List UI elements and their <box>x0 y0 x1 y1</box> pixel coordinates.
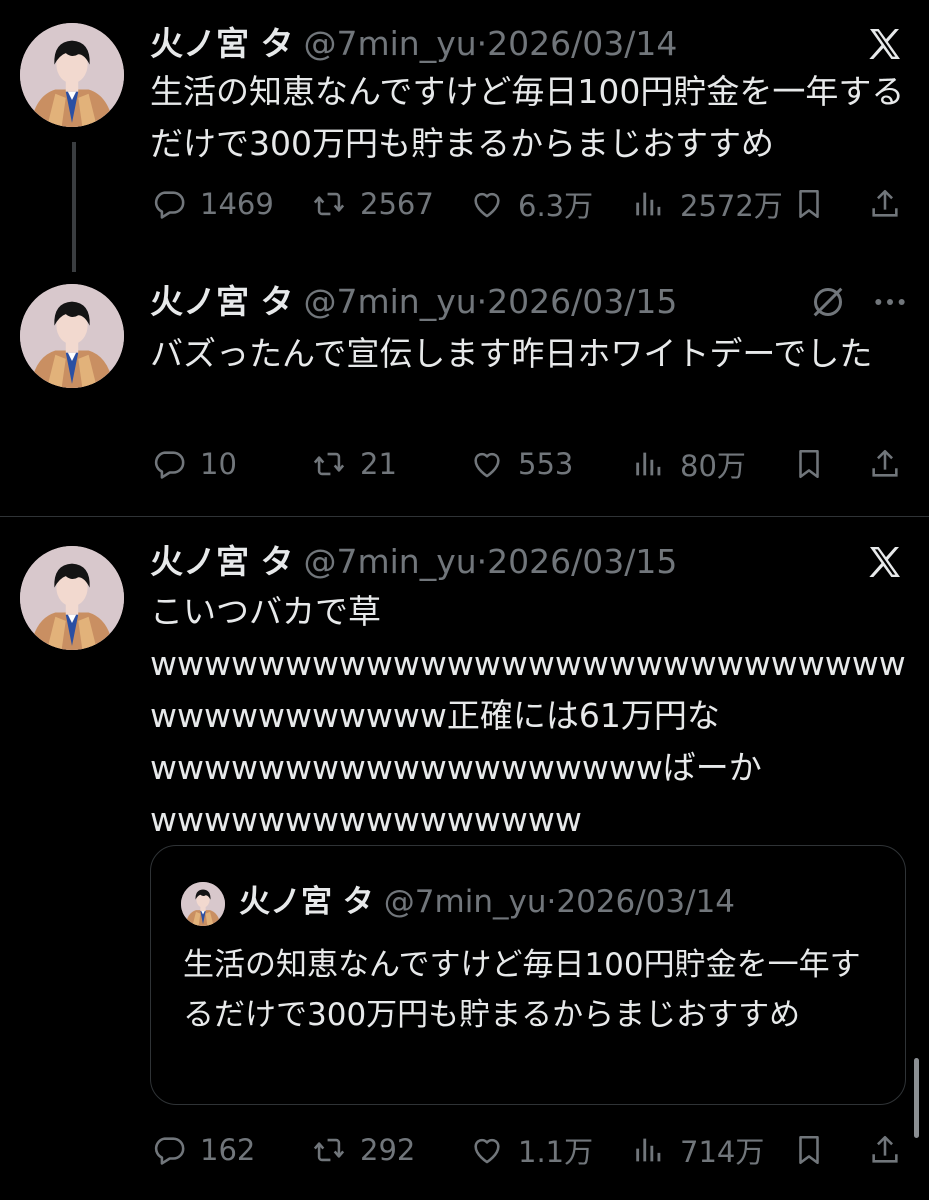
views-icon <box>632 1133 666 1167</box>
tweet-text: こいつバカで草 wwwwwwwwwwwwwwwwwwwwwwwwwwwwwwww… <box>150 586 910 846</box>
repost-count: 2567 <box>360 187 434 221</box>
share-button[interactable] <box>868 182 916 226</box>
views-icon <box>632 187 666 221</box>
separator-dot: · <box>476 542 488 581</box>
share-button[interactable] <box>868 442 916 486</box>
views-button[interactable]: 714万 <box>632 1128 764 1172</box>
repost-button[interactable]: 21 <box>312 442 397 486</box>
repost-icon <box>312 1133 346 1167</box>
tweet-header: 火ノ宮 タ @7min_yu·2026/03/15 <box>150 542 677 582</box>
bookmark-icon <box>792 447 826 481</box>
heart-icon <box>470 1133 504 1167</box>
reply-count: 1469 <box>200 187 274 221</box>
tweet-date[interactable]: 2026/03/15 <box>487 542 677 581</box>
author-name[interactable]: 火ノ宮 タ <box>150 24 294 63</box>
reply-button[interactable]: 162 <box>152 1128 255 1172</box>
tweet-text-line: wwwwwwwwwwwwwwwwwwwwwwwwwwwwwwwwwwwwwww正… <box>150 644 906 735</box>
scrollbar[interactable] <box>914 1058 919 1138</box>
reply-icon <box>152 187 186 221</box>
tweet-actions: 10 21 553 80万 <box>150 442 910 486</box>
x-logo-icon[interactable] <box>865 24 905 64</box>
separator-dot: · <box>476 282 488 321</box>
avatar[interactable] <box>20 546 124 650</box>
tweet-date[interactable]: 2026/03/14 <box>487 24 677 63</box>
bookmark-button[interactable] <box>792 182 840 226</box>
bookmark-icon <box>792 187 826 221</box>
tweet-text-line: こいつバカで草 <box>150 592 381 631</box>
bookmark-button[interactable] <box>792 442 840 486</box>
repost-icon <box>312 187 346 221</box>
views-icon <box>632 447 666 481</box>
share-icon <box>868 187 902 221</box>
tweet-header: 火ノ宮 タ @7min_yu·2026/03/15 <box>150 282 677 322</box>
repost-count: 292 <box>360 1133 416 1167</box>
like-count: 1.1万 <box>518 1135 594 1169</box>
quoted-tweet[interactable]: 火ノ宮 タ @7min_yu·2026/03/14 生活の知恵なんですけど毎日10… <box>150 845 906 1105</box>
tweet-text-line: wwwwwwwwwwwwwwww <box>150 800 582 839</box>
repost-button[interactable]: 292 <box>312 1128 415 1172</box>
quoted-author-handle: @7min_yu <box>383 884 547 920</box>
heart-icon <box>470 187 504 221</box>
quoted-header: 火ノ宮 タ @7min_yu·2026/03/14 <box>239 882 735 922</box>
tweet-actions: 162 292 1.1万 714万 <box>150 1128 910 1172</box>
author-handle[interactable]: @7min_yu <box>304 542 477 581</box>
tweet-date[interactable]: 2026/03/15 <box>487 282 677 321</box>
tweet-text: 生活の知恵なんですけど毎日100円貯金を一年するだけで300万円も貯まるからまじ… <box>150 72 905 163</box>
share-icon <box>868 1133 902 1167</box>
x-logo-icon[interactable] <box>865 542 905 582</box>
quoted-avatar <box>181 882 225 926</box>
author-name[interactable]: 火ノ宮 タ <box>150 542 294 581</box>
thread-line <box>72 142 76 272</box>
bookmark-icon <box>792 1133 826 1167</box>
avatar[interactable] <box>20 284 124 388</box>
avatar[interactable] <box>20 23 124 127</box>
like-button[interactable]: 553 <box>470 442 573 486</box>
tweet-actions: 1469 2567 6.3万 2572万 <box>150 182 910 226</box>
repost-count: 21 <box>360 447 397 481</box>
quoted-date: 2026/03/14 <box>556 884 736 920</box>
quoted-author-name: 火ノ宮 タ <box>239 884 374 920</box>
tweet-text: バズったんで宣伝します昨日ホワイトデーでした <box>150 334 873 373</box>
bookmark-button[interactable] <box>792 1128 840 1172</box>
view-count: 2572万 <box>680 189 783 223</box>
like-button[interactable]: 1.1万 <box>470 1128 593 1172</box>
like-count: 553 <box>518 447 574 481</box>
quoted-text: 生活の知恵なんですけど毎日100円貯金を一年するだけで300万円も貯まるからまじ… <box>183 947 861 1033</box>
separator-dot: · <box>476 24 488 63</box>
author-handle[interactable]: @7min_yu <box>304 282 477 321</box>
tweet-text-line: wwwwwwwwwwwwwwwwwwwばーか <box>150 748 762 787</box>
separator-dot: · <box>546 884 557 920</box>
repost-button[interactable]: 2567 <box>312 182 434 226</box>
share-icon <box>868 447 902 481</box>
more-icon[interactable] <box>870 282 910 322</box>
reply-icon <box>152 447 186 481</box>
divider <box>0 516 929 517</box>
like-button[interactable]: 6.3万 <box>470 182 593 226</box>
views-button[interactable]: 80万 <box>632 442 746 486</box>
repost-icon <box>312 447 346 481</box>
view-count: 80万 <box>680 449 746 483</box>
heart-icon <box>470 447 504 481</box>
reply-count: 10 <box>200 447 237 481</box>
like-count: 6.3万 <box>518 189 594 223</box>
share-button[interactable] <box>868 1128 916 1172</box>
tweet-header: 火ノ宮 タ @7min_yu·2026/03/14 <box>150 24 677 64</box>
reply-icon <box>152 1133 186 1167</box>
author-handle[interactable]: @7min_yu <box>304 24 477 63</box>
reply-button[interactable]: 1469 <box>152 182 274 226</box>
grok-icon[interactable] <box>808 282 848 322</box>
view-count: 714万 <box>680 1135 765 1169</box>
reply-count: 162 <box>200 1133 256 1167</box>
views-button[interactable]: 2572万 <box>632 182 783 226</box>
author-name[interactable]: 火ノ宮 タ <box>150 282 294 321</box>
reply-button[interactable]: 10 <box>152 442 237 486</box>
